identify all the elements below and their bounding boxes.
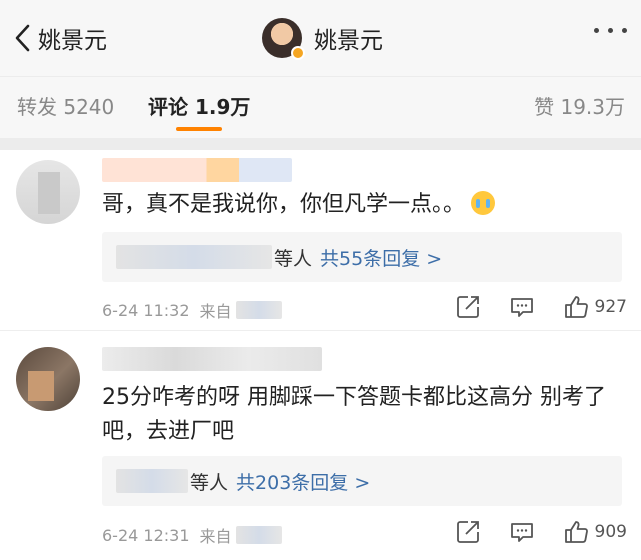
reply-preview[interactable]: 等人 共55条回复 > <box>102 232 622 282</box>
source-label: 来自 <box>199 527 232 546</box>
reply-preview[interactable]: 等人 共203条回复 > <box>102 456 622 506</box>
page-title[interactable]: 姚景元 <box>314 21 383 55</box>
crying-face-icon <box>471 191 496 215</box>
nav-profile[interactable]: 姚景元 <box>262 16 383 60</box>
active-tab-indicator <box>176 127 222 131</box>
thumbs-up-icon[interactable] <box>563 519 589 545</box>
source-label: 来自 <box>199 302 232 321</box>
reply-users-blurred <box>116 469 188 493</box>
comment-divider <box>0 330 641 331</box>
tab-reposts[interactable]: 转发 5240 <box>17 91 114 120</box>
reply-by-label: 等人 <box>190 471 229 494</box>
comment-text: 哥，真不是我说你，你但凡学一点。。 <box>102 188 622 222</box>
like-count: 927 <box>594 297 627 317</box>
comment-time: 6-24 12:31 <box>102 525 190 545</box>
commenter-avatar[interactable] <box>16 160 80 224</box>
share-icon[interactable] <box>455 294 481 320</box>
commenter-name-blurred[interactable] <box>102 347 322 371</box>
commenter-avatar[interactable] <box>16 347 80 411</box>
back-button[interactable]: 姚景元 <box>12 20 107 56</box>
source-device-blurred <box>235 526 282 544</box>
comment-text: 25分咋考的呀 用脚踩一下答题卡都比这高分 别考了吧，去进厂吧 <box>102 385 606 444</box>
reply-by-label: 等人 <box>274 247 313 270</box>
section-separator <box>0 138 641 150</box>
like-count: 909 <box>594 522 627 542</box>
top-nav-bar: 姚景元 姚景元 <box>0 0 641 76</box>
reply-users-blurred <box>116 245 272 269</box>
comment-icon[interactable] <box>509 294 535 320</box>
avatar[interactable] <box>262 18 305 60</box>
comment-icon[interactable] <box>509 519 535 545</box>
comment-meta: 6-24 12:31 来自 <box>102 523 282 547</box>
more-dots-icon[interactable] <box>594 28 627 33</box>
commenter-name-blurred[interactable] <box>102 158 292 182</box>
verified-badge-icon <box>291 46 305 60</box>
chevron-left-icon[interactable] <box>12 23 34 53</box>
share-icon[interactable] <box>455 519 481 545</box>
tab-bar: 转发 5240 评论 1.9万 赞 19.3万 <box>0 76 641 138</box>
tab-comments[interactable]: 评论 1.9万 <box>148 91 250 120</box>
back-label[interactable]: 姚景元 <box>38 21 107 55</box>
source-device-blurred <box>235 301 282 319</box>
view-replies-link[interactable]: 共55条回复 > <box>320 244 442 271</box>
view-replies-link[interactable]: 共203条回复 > <box>236 468 370 495</box>
comment-list: 哥，真不是我说你，你但凡学一点。。 等人 共55条回复 > 6-24 11:32… <box>0 150 641 560</box>
comment-meta: 6-24 11:32 来自 <box>102 298 282 322</box>
comment-text-content: 哥，真不是我说你，你但凡学一点。。 <box>102 192 466 217</box>
thumbs-up-icon[interactable] <box>563 294 589 320</box>
comment-actions: 909 <box>455 519 627 545</box>
tab-likes[interactable]: 赞 19.3万 <box>534 91 625 120</box>
comment-actions: 927 <box>455 294 627 320</box>
comment-time: 6-24 11:32 <box>102 300 190 320</box>
